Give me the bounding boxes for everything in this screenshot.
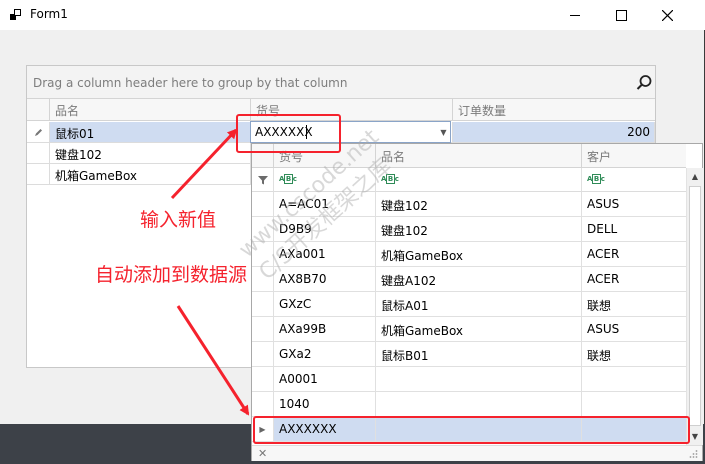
lookup-popup[interactable]: 货号 品名 客户 ABc ABc ABc A=AC01 键盘102 ASUS D9B9… xyxy=(251,143,703,461)
cell-code[interactable]: 1040 xyxy=(274,392,376,417)
cell-name[interactable] xyxy=(376,367,582,392)
row-indicator xyxy=(252,292,274,317)
popup-header-customer[interactable]: 客户 xyxy=(582,144,686,168)
column-header-name[interactable]: 品名 xyxy=(50,99,251,121)
popup-close-icon[interactable]: ✕ xyxy=(258,447,267,460)
cell-code[interactable]: GXzC xyxy=(274,292,376,317)
cell-name[interactable]: 键盘102 xyxy=(376,217,582,242)
scroll-up-button[interactable]: ▲ xyxy=(687,168,703,185)
group-panel-text: Drag a column header here to group by th… xyxy=(33,76,348,90)
form-icon xyxy=(10,9,23,21)
minimize-icon xyxy=(570,14,580,16)
popup-row[interactable]: AXa001 机箱GameBox ACER xyxy=(252,242,686,267)
close-button[interactable] xyxy=(644,0,690,30)
cell-code[interactable]: AXa001 xyxy=(274,242,376,267)
cell-name[interactable]: 键盘102 xyxy=(50,143,251,164)
cell-customer[interactable]: ASUS xyxy=(582,192,686,217)
popup-header-name[interactable]: 品名 xyxy=(376,144,582,168)
pencil-icon xyxy=(34,128,42,136)
row-indicator xyxy=(252,242,274,267)
row-indicator xyxy=(252,392,274,417)
popup-row[interactable]: D9B9 键盘102 DELL xyxy=(252,217,686,242)
filter-row-indicator xyxy=(252,168,274,192)
highlight-box-editor xyxy=(236,114,341,153)
cell-code[interactable]: GXa2 xyxy=(274,342,376,367)
group-panel[interactable]: Drag a column header here to group by th… xyxy=(27,66,655,99)
popup-row[interactable]: A=AC01 键盘102 ASUS xyxy=(252,192,686,217)
cell-customer[interactable]: DELL xyxy=(582,217,686,242)
chevron-down-icon: ▼ xyxy=(440,127,447,137)
search-icon[interactable] xyxy=(636,74,653,91)
arrow-down-icon: ▼ xyxy=(691,432,699,441)
vertical-scrollbar[interactable]: ▲ ▼ xyxy=(686,168,703,445)
close-icon xyxy=(661,9,673,21)
annotation-input-new-value: 输入新值 xyxy=(140,209,217,231)
title-bar[interactable]: Form1 xyxy=(0,0,705,30)
cell-name[interactable]: 鼠标01 xyxy=(50,122,251,143)
cell-code[interactable]: A0001 xyxy=(274,367,376,392)
popup-row[interactable]: AX8B70 键盘A102 ACER xyxy=(252,267,686,292)
cell-name[interactable]: 机箱GameBox xyxy=(50,164,251,185)
filter-icon xyxy=(257,175,268,184)
popup-row[interactable]: AXa99B 机箱GameBox ASUS xyxy=(252,317,686,342)
cell-name[interactable]: 键盘102 xyxy=(376,192,582,217)
popup-row[interactable]: GXzC 鼠标A01 联想 xyxy=(252,292,686,317)
row-indicator xyxy=(252,217,274,242)
cell-customer[interactable]: ACER xyxy=(582,267,686,292)
popup-row[interactable]: A0001 xyxy=(252,367,686,392)
filter-cell-customer[interactable]: ABc xyxy=(582,168,686,192)
scroll-thumb[interactable] xyxy=(689,186,701,426)
maximize-icon xyxy=(615,9,627,21)
row-indicator xyxy=(252,342,274,367)
filter-cell-name[interactable]: ABc xyxy=(376,168,582,192)
cell-customer[interactable]: 联想 xyxy=(582,292,686,317)
text-filter-icon: ABc xyxy=(381,174,399,184)
cell-name[interactable]: 机箱GameBox xyxy=(376,317,582,342)
text-filter-icon: ABc xyxy=(587,174,605,184)
window-title: Form1 xyxy=(30,7,68,21)
maximize-button[interactable] xyxy=(598,0,644,30)
cell-customer[interactable]: ACER xyxy=(582,242,686,267)
row-indicator xyxy=(252,192,274,217)
cell-code[interactable]: A=AC01 xyxy=(274,192,376,217)
text-filter-icon: ABc xyxy=(279,174,297,184)
resize-grip-icon[interactable] xyxy=(688,449,698,459)
minimize-button[interactable] xyxy=(552,0,598,30)
filter-cell-code[interactable]: ABc xyxy=(274,168,376,192)
cell-name[interactable]: 机箱GameBox xyxy=(376,242,582,267)
cell-name[interactable]: 键盘A102 xyxy=(376,267,582,292)
cell-code[interactable]: D9B9 xyxy=(274,217,376,242)
column-header-qty[interactable]: 订单数量 xyxy=(453,99,655,121)
popup-row[interactable]: 1040 xyxy=(252,392,686,417)
row-indicator xyxy=(252,317,274,342)
cell-code[interactable]: AX8B70 xyxy=(274,267,376,292)
cell-customer[interactable]: ASUS xyxy=(582,317,686,342)
row-indicator-header xyxy=(27,99,50,121)
cell-name[interactable]: 鼠标B01 xyxy=(376,342,582,367)
cell-customer[interactable]: 联想 xyxy=(582,342,686,367)
cell-customer[interactable] xyxy=(582,367,686,392)
dropdown-button[interactable]: ▼ xyxy=(436,122,451,142)
cell-name[interactable] xyxy=(376,392,582,417)
cell-code[interactable]: AXa99B xyxy=(274,317,376,342)
row-indicator xyxy=(27,164,50,185)
cell-customer[interactable] xyxy=(582,392,686,417)
arrow-up-icon: ▲ xyxy=(691,172,699,181)
cell-name[interactable]: 鼠标A01 xyxy=(376,292,582,317)
popup-row[interactable]: GXa2 鼠标B01 联想 xyxy=(252,342,686,367)
row-indicator xyxy=(252,367,274,392)
cell-qty[interactable]: 200 xyxy=(453,122,655,143)
edit-indicator xyxy=(27,122,50,143)
annotation-auto-add: 自动添加到数据源 xyxy=(95,264,248,286)
row-indicator xyxy=(252,267,274,292)
highlight-box-new-row xyxy=(253,416,690,444)
row-indicator xyxy=(27,143,50,164)
popup-footer: ✕ xyxy=(252,445,702,461)
